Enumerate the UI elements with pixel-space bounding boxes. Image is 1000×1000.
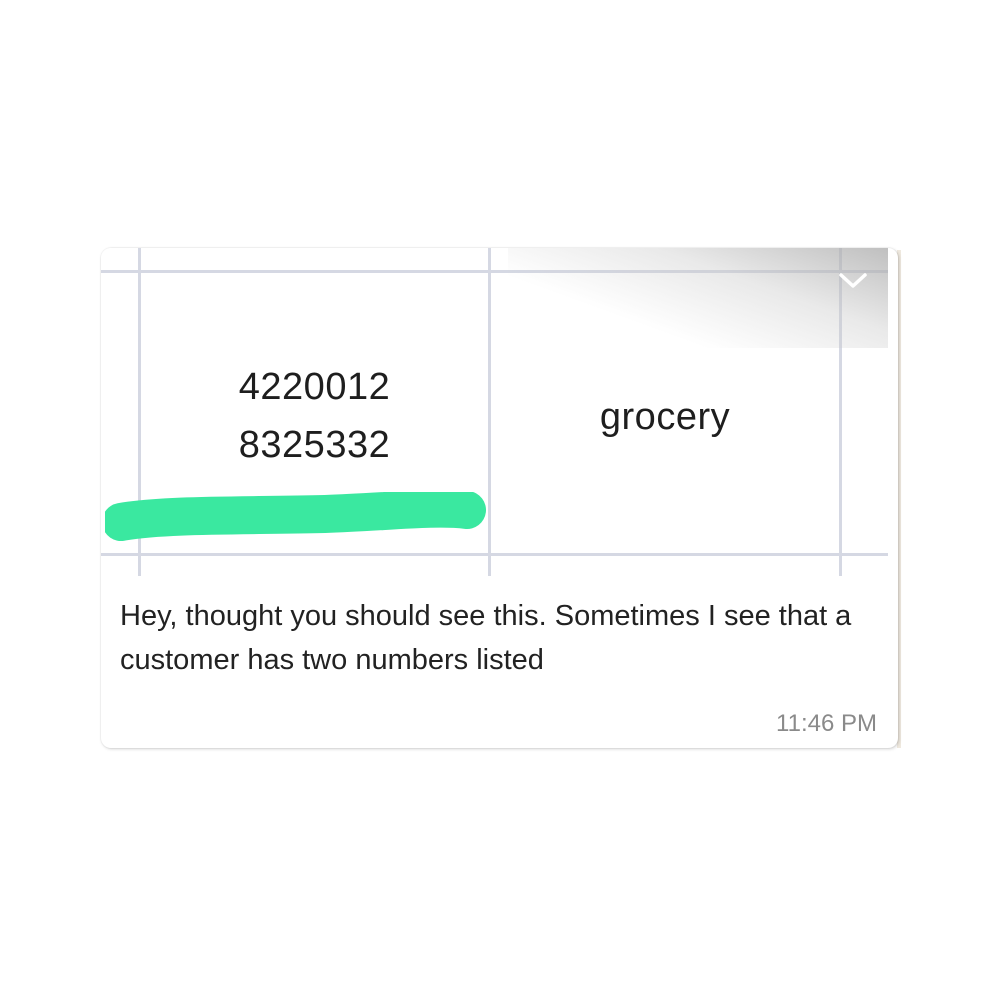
chevron-down-icon[interactable] bbox=[835, 266, 871, 294]
grid-line bbox=[101, 553, 888, 556]
grid-line bbox=[839, 248, 842, 576]
message-timestamp: 11:46 PM bbox=[776, 710, 877, 737]
menu-shade bbox=[508, 248, 888, 348]
phone-number-1: 4220012 bbox=[238, 366, 391, 408]
message-text: Hey, thought you should see this. Someti… bbox=[120, 600, 852, 676]
marker-highlight bbox=[105, 492, 486, 541]
phone-number-2: 8325332 bbox=[238, 424, 391, 466]
message-bubble[interactable]: 4220012 8325332 grocery Hey, thought you… bbox=[101, 248, 898, 748]
category-label: grocery bbox=[599, 396, 731, 438]
grid-line bbox=[101, 270, 888, 273]
message-image[interactable]: 4220012 8325332 grocery bbox=[101, 248, 888, 576]
